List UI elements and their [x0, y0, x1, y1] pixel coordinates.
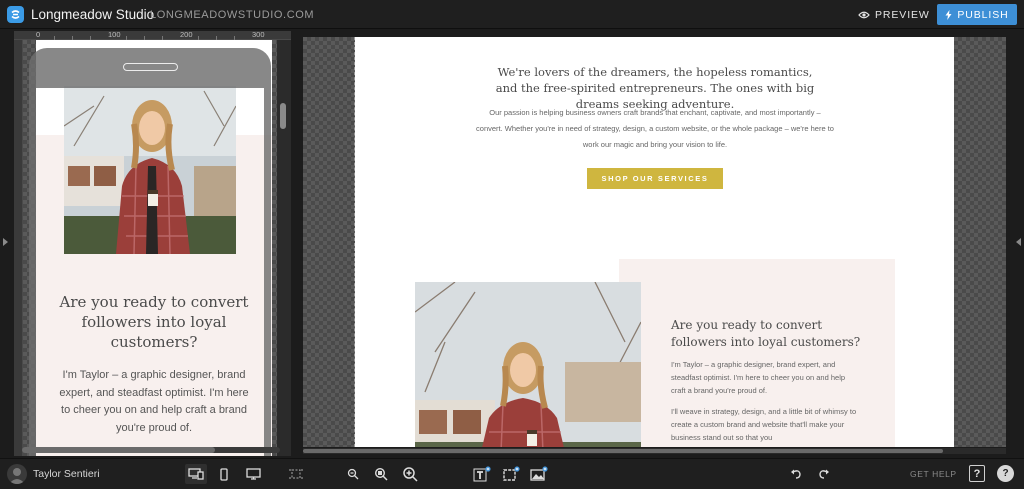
publish-button[interactable]: PUBLISH [937, 4, 1017, 25]
canvas-margin [954, 37, 1006, 447]
preview-label: PREVIEW [875, 8, 930, 21]
top-bar: Longmeadow Studio LONGMEADOWSTUDIO.COM P… [0, 0, 1024, 29]
ruler-tick-label: 200 [180, 31, 193, 39]
add-text-icon[interactable] [471, 464, 493, 484]
zoom-out-icon[interactable] [342, 464, 364, 484]
user-name[interactable]: Taylor Sentieri [33, 468, 100, 480]
bottom-toolbar: Taylor Sentieri GET HELP ? ? [0, 458, 1024, 489]
ruler-tick-label: 100 [108, 31, 121, 39]
intro-paragraph[interactable]: Our passion is helping business owners c… [475, 105, 835, 153]
desktop-preview-panel: We're lovers of the dreamers, the hopele… [303, 37, 1006, 447]
add-image-icon[interactable] [528, 464, 550, 484]
site-name: Longmeadow Studio [31, 7, 155, 22]
undo-icon[interactable] [785, 464, 807, 484]
desktop-view-icon[interactable] [242, 464, 264, 484]
lightning-icon [945, 9, 952, 20]
phone-frame [264, 88, 271, 456]
get-help-link[interactable]: GET HELP [910, 469, 957, 479]
horizontal-ruler: 0 100 200 300 [14, 31, 291, 40]
publish-label: PUBLISH [957, 8, 1009, 21]
ruler-tick-label: 300 [252, 31, 265, 39]
zoom-fit-icon[interactable] [370, 464, 392, 484]
app-logo-icon[interactable] [7, 6, 24, 23]
mobile-vertical-scrollbar[interactable] [280, 103, 286, 129]
mobile-section-heading[interactable]: Are you ready to convert followers into … [44, 292, 264, 352]
desktop-section-body[interactable]: I'll weave in strategy, design, and a li… [671, 405, 861, 444]
mobile-page-canvas[interactable]: Are you ready to convert followers into … [36, 40, 272, 456]
mobile-hero-photo[interactable] [64, 86, 236, 254]
zoom-in-icon[interactable] [399, 464, 421, 484]
collapse-right-panel-icon[interactable] [1016, 238, 1021, 246]
mobile-horizontal-scrollbar[interactable] [22, 447, 280, 453]
vertical-ruler [14, 40, 23, 456]
ruler-tick-label: 0 [36, 31, 41, 39]
grid-guides-icon[interactable] [285, 464, 307, 484]
shop-services-button[interactable]: SHOP OUR SERVICES [587, 168, 723, 189]
desktop-page-canvas[interactable]: We're lovers of the dreamers, the hopele… [355, 37, 954, 447]
desktop-section-heading[interactable]: Are you ready to convert followers into … [671, 317, 861, 351]
desktop-hero-photo[interactable] [415, 282, 641, 447]
collapse-left-panel-icon[interactable] [3, 238, 8, 246]
desktop-mobile-view-icon[interactable] [185, 464, 207, 484]
chat-support-icon[interactable]: ? [997, 465, 1014, 482]
mobile-view-icon[interactable] [213, 464, 235, 484]
add-box-icon[interactable] [500, 464, 522, 484]
canvas-margin [272, 40, 277, 456]
preview-button[interactable]: PREVIEW [858, 6, 930, 23]
site-domain[interactable]: LONGMEADOWSTUDIO.COM [150, 9, 314, 21]
eye-icon [858, 11, 870, 18]
phone-speaker-icon [123, 63, 178, 71]
redo-icon[interactable] [813, 464, 835, 484]
desktop-horizontal-scrollbar[interactable] [303, 448, 1006, 454]
help-center-icon[interactable]: ? [969, 465, 985, 482]
mobile-preview-panel: 0 100 200 300 Are you ready to convert f… [14, 31, 291, 456]
phone-frame [29, 88, 36, 456]
mobile-section-body[interactable]: I'm Taylor – a graphic designer, brand e… [56, 367, 252, 437]
avatar[interactable] [7, 464, 27, 484]
desktop-section-body[interactable]: I'm Taylor – a graphic designer, brand e… [671, 358, 861, 397]
canvas-margin [303, 37, 354, 447]
